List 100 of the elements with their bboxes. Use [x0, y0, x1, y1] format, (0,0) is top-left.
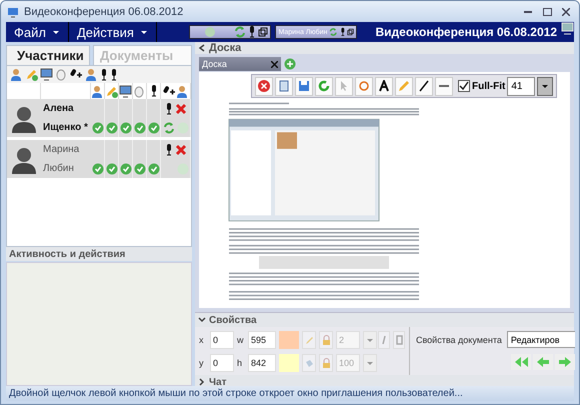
minimize-icon	[524, 10, 532, 12]
save-button[interactable]	[295, 76, 313, 96]
diagonal-line-icon	[418, 80, 430, 92]
microphone-plus-icon	[162, 84, 176, 98]
new-page-button[interactable]	[275, 76, 293, 96]
check-icon	[120, 122, 132, 134]
next-page-button[interactable]	[555, 354, 575, 370]
checkbox-label: Full-Fit	[472, 80, 506, 92]
sync-icon	[329, 26, 338, 38]
participant-first-name: Марина	[42, 143, 80, 157]
line-button[interactable]	[415, 76, 433, 96]
caret-icon	[140, 28, 148, 36]
check-icon	[134, 162, 146, 174]
expand-icon	[198, 378, 206, 386]
conference-title: Видеоконференция 06.08.2012	[375, 25, 557, 39]
status-dot-icon	[176, 122, 188, 134]
pencil-icon	[398, 80, 410, 92]
section-title: Чат	[209, 376, 226, 388]
refresh-button[interactable]	[315, 76, 333, 96]
add-icon	[284, 58, 296, 70]
delete-button[interactable]	[255, 76, 273, 96]
dropdown-button[interactable]	[537, 76, 554, 96]
microphone-icon	[110, 68, 118, 80]
maximize-icon	[542, 8, 552, 16]
menu-item[interactable]: Файл	[6, 22, 69, 42]
microphone-icon	[340, 26, 346, 38]
microphone-icon	[248, 26, 256, 38]
arrow-left-icon	[537, 357, 549, 367]
status-bar: Двойной щелчок левой кнопкой мыши по этой строке откроет окно приглашения пользователей...	[6, 386, 574, 401]
mode-dropdown[interactable]: Редактиров	[506, 331, 575, 348]
pencil-icon	[105, 84, 118, 98]
checkbox[interactable]	[458, 80, 470, 92]
field-label: w	[237, 335, 244, 345]
remove-icon	[174, 144, 186, 156]
check-icon	[106, 162, 118, 174]
lock-button[interactable]	[319, 331, 333, 349]
first-page-button[interactable]	[511, 354, 531, 370]
dash-button[interactable]	[435, 76, 453, 96]
sync-icon	[234, 26, 246, 38]
field-label: x	[199, 335, 204, 345]
check-icon	[92, 162, 104, 174]
input-field[interactable]: 595	[248, 331, 276, 349]
window-icon	[258, 27, 268, 37]
text-button[interactable]	[375, 76, 393, 96]
menu-item[interactable]: Действия	[68, 22, 157, 42]
field-label: h	[237, 358, 244, 368]
pointer-button[interactable]	[335, 76, 353, 96]
delete-icon	[258, 80, 270, 92]
user-screen-icon	[85, 68, 98, 81]
user-icon	[91, 84, 104, 98]
participant-first-name: Алена	[42, 102, 75, 116]
input-field[interactable]: 0	[210, 331, 234, 349]
refresh-icon	[318, 80, 330, 92]
user-screen-icon	[176, 84, 188, 98]
caret-icon	[366, 359, 374, 367]
microphone-icon	[150, 85, 158, 97]
bold-button[interactable]	[393, 331, 405, 349]
check-icon	[92, 122, 104, 134]
color-swatch[interactable]	[279, 331, 299, 349]
save-icon	[298, 80, 310, 92]
participant-last-name: Любин	[42, 162, 75, 176]
caret-icon	[52, 28, 60, 36]
lock-button[interactable]	[319, 354, 333, 372]
italic-icon	[381, 335, 387, 345]
fill-button[interactable]	[302, 354, 316, 372]
arrow-right-icon	[559, 357, 571, 367]
section-title: Свойства	[209, 314, 257, 326]
zoom-field[interactable]: 41	[507, 76, 536, 96]
check-icon	[134, 122, 146, 134]
microphone-icon	[100, 68, 108, 80]
italic-button[interactable]	[378, 331, 390, 349]
previous-page-button[interactable]	[533, 354, 553, 370]
input-field[interactable]: 842	[248, 354, 276, 372]
double-arrow-left-icon	[513, 357, 529, 367]
lasso-icon	[358, 80, 370, 92]
monitor-icon	[119, 84, 132, 98]
caret-icon	[541, 82, 550, 90]
window-icon	[347, 27, 354, 37]
microphone-icon	[164, 144, 172, 156]
close-button[interactable]	[559, 6, 573, 16]
letter-icon	[378, 80, 390, 92]
input-field[interactable]: 0	[210, 354, 234, 372]
lock-icon	[322, 335, 330, 345]
page-icon	[278, 80, 290, 92]
close-icon	[562, 8, 570, 16]
lock-icon	[322, 358, 330, 368]
caret-icon	[366, 336, 374, 344]
color-swatch[interactable]	[279, 354, 299, 372]
pointer-icon	[338, 80, 350, 92]
tab[interactable]: Участники	[6, 45, 90, 65]
participant-last-name: Ищенко *	[42, 121, 89, 135]
document-tab[interactable]: Доска	[199, 57, 281, 71]
field-label: y	[199, 358, 204, 368]
pencil-icon	[25, 68, 38, 81]
expand-icon	[198, 316, 206, 324]
maximize-button[interactable]	[540, 6, 554, 16]
pencil-button[interactable]	[302, 331, 316, 349]
check-icon	[106, 122, 118, 134]
status-dot-icon	[176, 162, 188, 174]
check-icon	[148, 162, 160, 174]
